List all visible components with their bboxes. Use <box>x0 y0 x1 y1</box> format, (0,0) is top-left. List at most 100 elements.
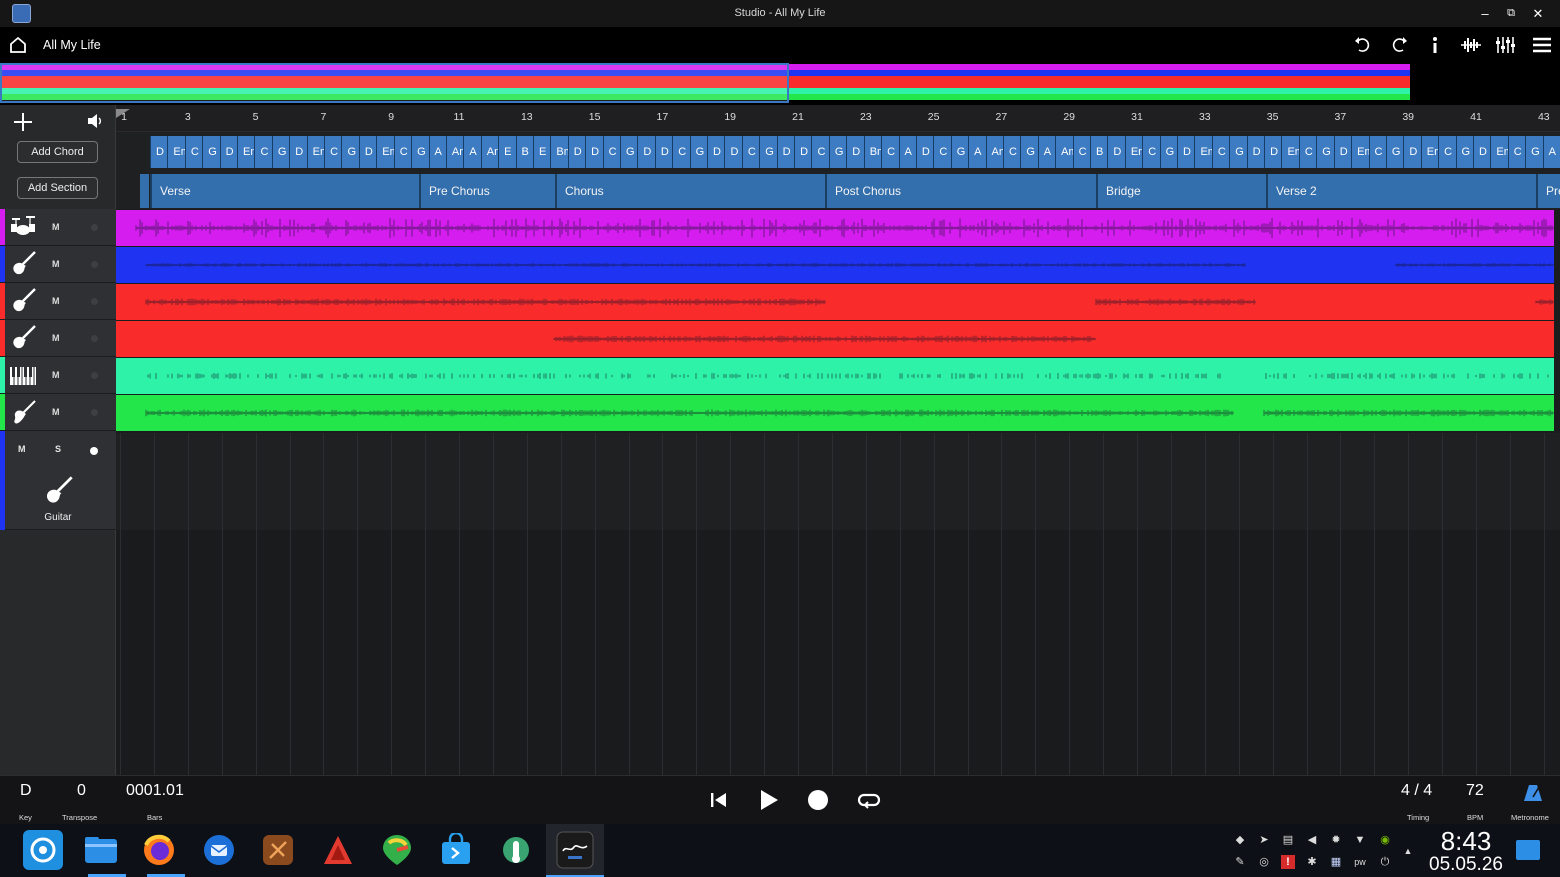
section-block[interactable]: Bridge <box>1096 174 1266 208</box>
chord-block[interactable]: A <box>1542 136 1560 168</box>
clock-time[interactable]: 8:43 <box>1423 826 1509 856</box>
chord-block[interactable]: D <box>1246 136 1265 168</box>
chord-block[interactable]: B <box>515 136 534 168</box>
chord-block[interactable]: G <box>1229 136 1248 168</box>
chord-block[interactable]: D <box>846 136 865 168</box>
chord-block[interactable]: A <box>1037 136 1056 168</box>
settings-app-icon[interactable] <box>23 830 63 870</box>
song-overview[interactable] <box>0 63 1560 105</box>
chord-block[interactable]: G <box>202 136 221 168</box>
record-arm-button[interactable] <box>91 335 98 342</box>
menu-icon[interactable] <box>1526 27 1558 63</box>
chord-block[interactable]: D <box>707 136 725 168</box>
lane-guitar-3[interactable] <box>116 321 1554 357</box>
chord-block[interactable]: D <box>776 136 795 168</box>
track-header-keys[interactable]: M <box>0 357 116 394</box>
chord-block[interactable]: D <box>724 136 743 168</box>
chord-block[interactable]: Em <box>376 136 395 168</box>
chord-block[interactable]: D <box>150 136 168 168</box>
chord-block[interactable]: Em <box>1194 136 1213 168</box>
chord-block[interactable]: D <box>358 136 377 168</box>
home-icon[interactable] <box>2 27 34 63</box>
firefox-icon[interactable] <box>139 830 179 870</box>
camera-icon[interactable]: ◎ <box>1257 855 1271 869</box>
add-chord-button[interactable]: Add Chord <box>17 141 98 163</box>
chord-block[interactable]: Em <box>167 136 186 168</box>
lane-guitar-2[interactable] <box>116 284 1554 320</box>
chord-block[interactable]: C <box>324 136 342 168</box>
bpm-value[interactable]: 72 <box>1466 782 1484 800</box>
track-header-drums[interactable]: M <box>0 209 116 246</box>
volume-icon[interactable] <box>86 112 104 130</box>
gear-icon[interactable]: ✹ <box>1329 833 1343 847</box>
chord-block[interactable]: G <box>1159 136 1178 168</box>
rewind-icon[interactable] <box>709 789 729 811</box>
chord-block[interactable]: C <box>811 136 830 168</box>
chord-block[interactable]: Bm <box>863 136 882 168</box>
chord-block[interactable]: D <box>1177 136 1195 168</box>
alert-icon[interactable]: ! <box>1281 855 1295 869</box>
timing-value[interactable]: 4 / 4 <box>1401 782 1432 800</box>
nvidia-icon[interactable]: ◉ <box>1378 833 1392 847</box>
record-arm-button[interactable] <box>91 409 98 416</box>
mute-button[interactable]: M <box>52 209 60 246</box>
chord-block[interactable]: C <box>1072 136 1091 168</box>
mute-button[interactable]: M <box>52 357 60 394</box>
position-value[interactable]: 0001.01 <box>126 782 184 800</box>
new-track-lane[interactable] <box>116 433 1560 530</box>
metronome-icon[interactable] <box>1523 784 1543 802</box>
record-icon[interactable] <box>807 789 829 811</box>
chord-block[interactable]: D <box>1264 136 1282 168</box>
section-intro[interactable] <box>140 174 149 208</box>
chord-block[interactable]: C <box>1368 136 1387 168</box>
mute-button[interactable]: M <box>52 246 60 283</box>
chord-block[interactable]: D <box>637 136 656 168</box>
record-arm-button[interactable] <box>90 447 98 455</box>
mute-button[interactable]: M <box>18 444 26 454</box>
mute-button[interactable]: M <box>52 283 60 320</box>
lane-keys[interactable] <box>116 358 1554 394</box>
transpose-value[interactable]: 0 <box>77 782 86 800</box>
chord-block[interactable]: G <box>620 136 638 168</box>
chord-block[interactable]: Em <box>306 136 325 168</box>
clipboard-icon[interactable]: ▤ <box>1281 833 1295 847</box>
chord-block[interactable]: Em <box>1124 136 1143 168</box>
track-header-guitar-1[interactable]: M <box>0 246 116 283</box>
chord-block[interactable]: E <box>532 136 551 168</box>
section-block[interactable]: Post Chorus <box>825 174 1096 208</box>
clock-date[interactable]: 05.05.26 <box>1421 854 1511 876</box>
chord-block[interactable]: G <box>341 136 360 168</box>
chord-block[interactable]: B <box>1090 136 1108 168</box>
git-icon[interactable] <box>318 830 358 870</box>
chord-block[interactable]: D <box>1472 136 1491 168</box>
chord-block[interactable]: Am <box>445 136 464 168</box>
chord-block[interactable]: D <box>289 136 308 168</box>
lane-bass[interactable] <box>116 395 1554 431</box>
chord-block[interactable]: Em <box>1351 136 1370 168</box>
chord-block[interactable]: Em <box>1420 136 1439 168</box>
wifi-icon[interactable]: ▼ <box>1353 833 1367 847</box>
chord-block[interactable]: D <box>219 136 238 168</box>
new-track-header[interactable]: M S Guitar <box>0 431 116 530</box>
chord-block[interactable]: G <box>1455 136 1474 168</box>
maps-app-icon[interactable] <box>377 830 417 870</box>
thunderbird-icon[interactable] <box>199 830 239 870</box>
chord-block[interactable]: D <box>1333 136 1352 168</box>
chord-block[interactable]: C <box>1142 136 1161 168</box>
chord-block[interactable]: Am <box>1055 136 1074 168</box>
chord-block[interactable]: G <box>1020 136 1039 168</box>
chord-block[interactable]: D <box>1403 136 1422 168</box>
section-block[interactable]: Pre Chorus <box>419 174 555 208</box>
undo-icon[interactable] <box>1347 27 1379 63</box>
chord-block[interactable]: C <box>672 136 691 168</box>
chord-block[interactable]: D <box>794 136 812 168</box>
section-block[interactable]: Verse <box>150 174 419 208</box>
app-icon[interactable] <box>258 830 298 870</box>
chord-block[interactable]: C <box>1507 136 1526 168</box>
chord-block[interactable]: C <box>254 136 273 168</box>
record-arm-button[interactable] <box>91 372 98 379</box>
telegram-icon[interactable]: ➤ <box>1257 833 1271 847</box>
redo-icon[interactable] <box>1383 27 1415 63</box>
chord-block[interactable]: C <box>741 136 760 168</box>
add-section-button[interactable]: Add Section <box>17 177 98 199</box>
